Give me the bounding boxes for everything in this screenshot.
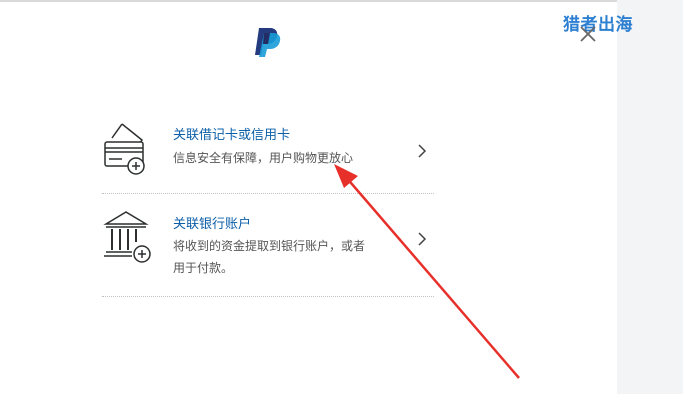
link-bank-description: 将收到的资金提取到银行账户，或者 用于付款。: [173, 235, 365, 279]
link-card-option[interactable]: 关联借记卡或信用卡 信息安全有保障，用户购物更放心: [102, 106, 434, 194]
credit-card-add-icon: [104, 123, 145, 175]
chevron-right-icon[interactable]: [416, 232, 428, 246]
link-card-title[interactable]: 关联借记卡或信用卡: [173, 124, 290, 143]
watermark-text: 猎者出海: [563, 15, 633, 35]
paypal-logo-icon: [255, 28, 281, 57]
link-bank-description-line2: 用于付款。: [173, 261, 234, 275]
link-bank-option[interactable]: 关联银行账户 将收到的资金提取到银行账户，或者 用于付款。: [102, 194, 434, 297]
close-icon[interactable]: [578, 24, 598, 44]
bank-add-icon: [103, 211, 151, 263]
top-border: [0, 0, 683, 2]
side-panel: [617, 0, 683, 394]
link-bank-title[interactable]: 关联银行账户: [173, 213, 251, 232]
chevron-right-icon[interactable]: [416, 144, 428, 158]
link-card-description: 信息安全有保障，用户购物更放心: [173, 151, 354, 165]
link-bank-description-line1: 将收到的资金提取到银行账户，或者: [173, 239, 366, 253]
